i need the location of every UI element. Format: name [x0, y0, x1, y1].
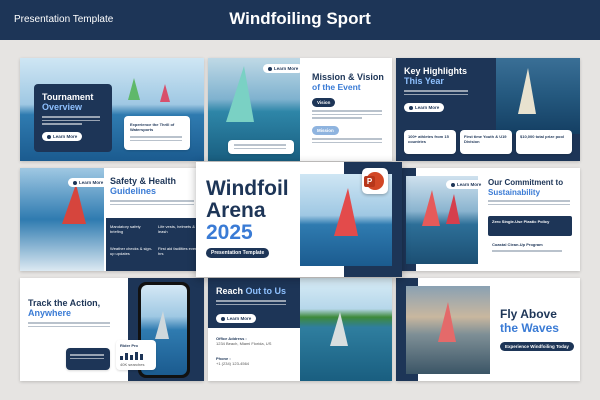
- commitment-item-2: Coastal Clean-Up Program: [488, 240, 572, 260]
- title-panel: Reach Out to Us Learn More: [208, 278, 300, 328]
- stat-card-3: $10,000 total prize pool: [516, 130, 572, 154]
- slide-photo: [406, 286, 490, 374]
- contact-phone: Phone : +1 (234) 123-4564: [216, 356, 250, 366]
- mini-card: [66, 348, 110, 370]
- slide-key-highlights[interactable]: Key Highlights This Year Learn More 100+…: [396, 58, 580, 161]
- slide-tournament-overview[interactable]: Tournament Overview Learn More Experienc…: [20, 58, 204, 161]
- stat-card-1: 100+ athletes from 15 countries: [404, 130, 456, 154]
- learn-more-button[interactable]: Learn More: [216, 314, 257, 323]
- stat-card: Rider Pro 40K searches: [116, 340, 156, 370]
- slide-photo: [300, 278, 392, 381]
- slide-photo: [406, 176, 478, 264]
- title-panel: Tournament Overview Learn More: [34, 84, 112, 152]
- header-bar: Presentation Template Windfoiling Sport: [0, 0, 600, 40]
- slide-fly-above[interactable]: Fly Above the Waves Experience Windfoili…: [396, 278, 580, 381]
- mission-label: Mission: [312, 126, 339, 135]
- slide-sustainability[interactable]: Learn More Our Commitment to Sustainabil…: [396, 168, 580, 271]
- slide-title: Fly Above: [500, 307, 557, 321]
- slide-safety-health[interactable]: Learn More Safety & Health Guidelines Ma…: [20, 168, 204, 271]
- slide-track-action[interactable]: Track the Action, Anywhere Rider Pro 40K…: [20, 278, 204, 381]
- slide-subtitle: Overview: [42, 102, 83, 112]
- slide-title: Track the Action,: [28, 298, 101, 308]
- powerpoint-icon: P: [362, 168, 388, 194]
- slides-canvas: Tournament Overview Learn More Experienc…: [0, 40, 600, 400]
- slide-subtitle: Guidelines: [110, 186, 157, 196]
- slide-subtitle: the Waves: [500, 321, 559, 335]
- cover-title-line2: Arena: [206, 199, 266, 222]
- contact-office: Office Address : 1234 Beach, Miami Flori…: [216, 336, 272, 346]
- cover-subtitle: Presentation Template: [206, 248, 270, 258]
- learn-more-button[interactable]: Learn More: [404, 103, 445, 112]
- header-title: Windfoiling Sport: [229, 9, 371, 28]
- guidelines-panel: Mandatory safety briefing Life vests, he…: [106, 218, 204, 271]
- slide-subtitle: This Year: [404, 76, 444, 86]
- slide-subtitle: of the Event: [312, 82, 361, 92]
- slide-reach-out[interactable]: Reach Out to Us Learn More Office Addres…: [208, 278, 392, 381]
- learn-more-button[interactable]: Learn More: [42, 132, 83, 141]
- slide-title: Safety & Health: [110, 176, 177, 186]
- slide-subtitle: Sustainability: [488, 188, 541, 197]
- stat-card-2: First time Youth & U19 Division: [460, 130, 512, 154]
- cover-year: 2025: [206, 221, 253, 244]
- cover-title-line1: Windfoil: [206, 177, 289, 200]
- info-card: Experience the Thrill of Watersports: [124, 116, 190, 150]
- guideline-item-1: Mandatory safety briefing: [110, 224, 141, 234]
- guideline-item-3: Weather checks & sign-up updates: [110, 246, 153, 256]
- slide-title: Mission & Vision: [312, 72, 384, 82]
- cta-button[interactable]: Experience Windfoiling Today: [500, 342, 574, 351]
- slide-subtitle: Out to Us: [245, 286, 287, 296]
- slide-photo: [496, 58, 580, 134]
- vision-label: Vision: [312, 98, 336, 107]
- slide-title: Tournament: [42, 92, 94, 102]
- slide-subtitle: Anywhere: [28, 308, 72, 318]
- slide-cover[interactable]: Windfoil Arena 2025 Presentation Templat…: [196, 162, 402, 277]
- slide-title: Reach: [216, 286, 244, 296]
- learn-more-button[interactable]: Learn More: [263, 64, 304, 73]
- slide-title: Key Highlights: [404, 66, 468, 76]
- commitment-item-1: Zero Single-Use Plastic Policy: [488, 216, 572, 236]
- learn-more-button[interactable]: Learn More: [446, 180, 487, 189]
- card-text: Experience the Thrill of Watersports: [130, 122, 175, 132]
- info-card: [228, 140, 294, 154]
- learn-more-button[interactable]: Learn More: [68, 178, 109, 187]
- slide-mission-vision[interactable]: Learn More Mission & Vision of the Event…: [208, 58, 392, 161]
- slide-title: Our Commitment to: [488, 178, 564, 187]
